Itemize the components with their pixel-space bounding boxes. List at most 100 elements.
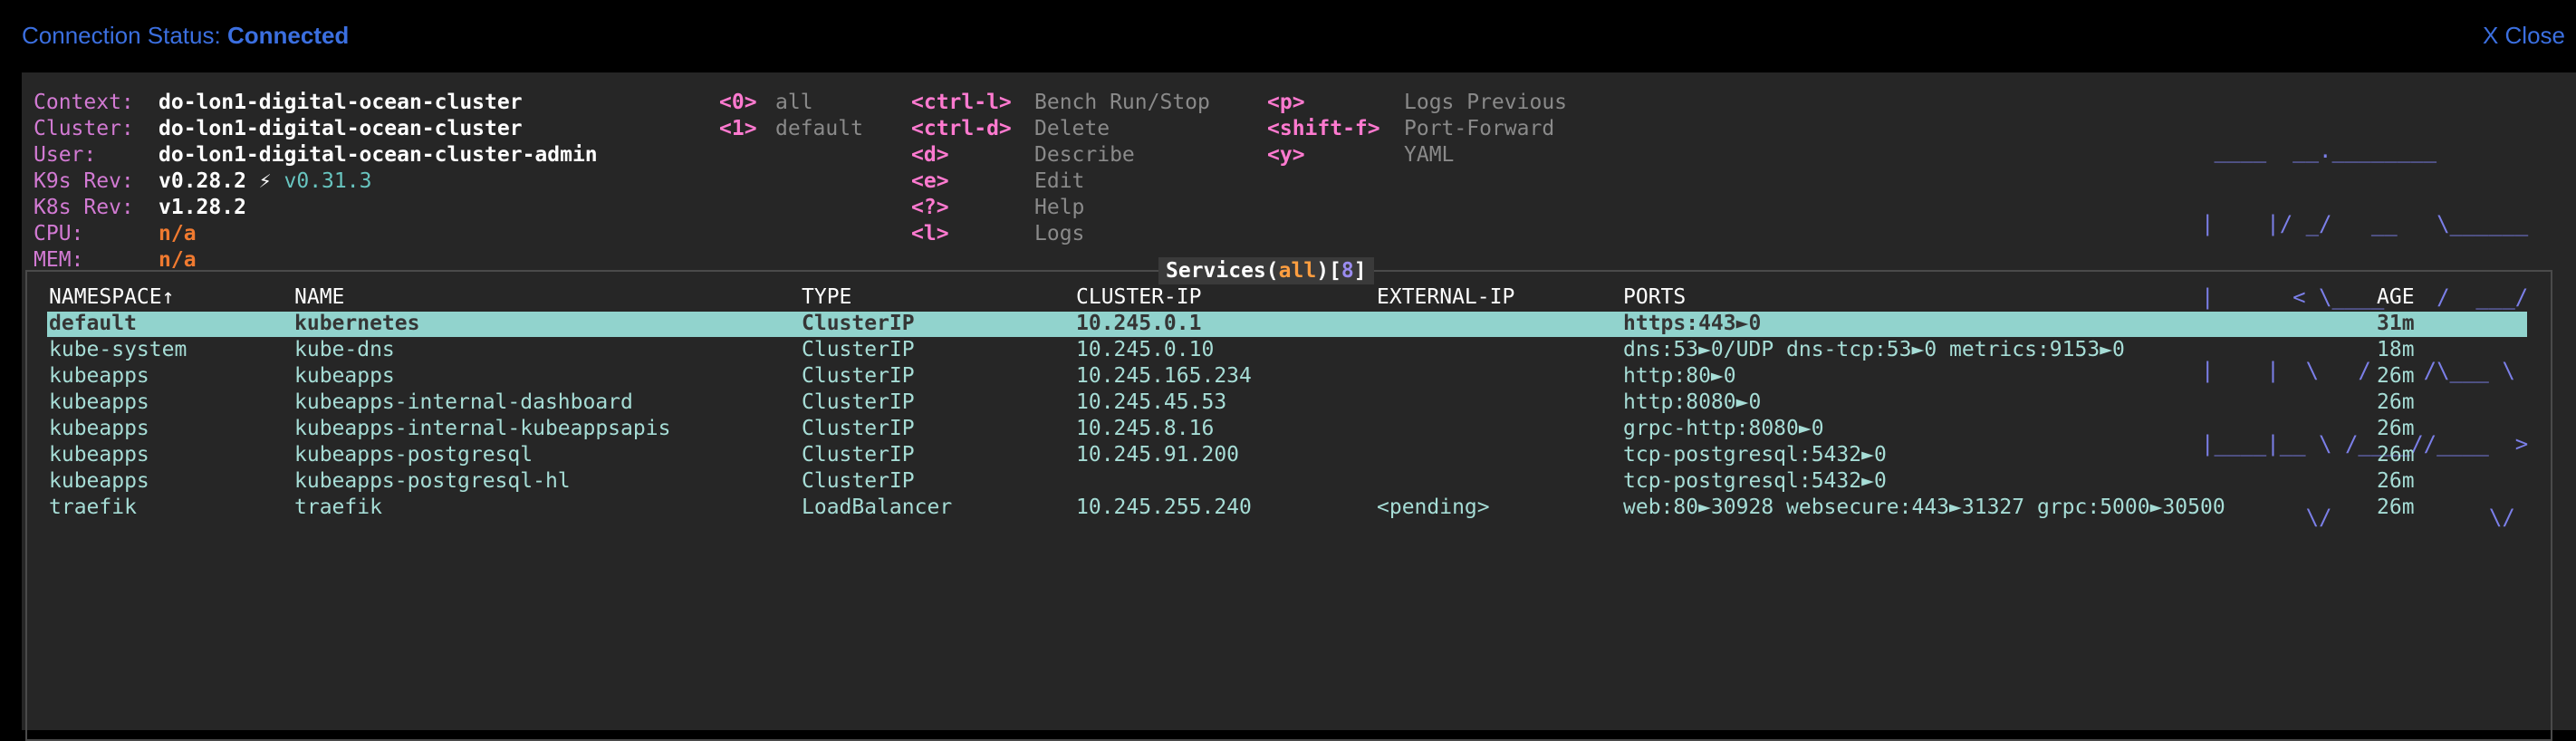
bolt-icon: ⚡ bbox=[258, 169, 272, 193]
hotkey-key[interactable]: <d> bbox=[911, 142, 949, 168]
k9s-rev-label: K9s Rev: bbox=[34, 169, 134, 193]
cpu-label: CPU: bbox=[34, 222, 84, 245]
cell-name: kubeapps-internal-dashboard bbox=[294, 390, 633, 414]
cell-type: ClusterIP bbox=[802, 312, 915, 335]
k8s-rev-value: v1.28.2 bbox=[159, 196, 246, 219]
connection-status-label: Connection Status: bbox=[22, 22, 221, 49]
connection-status-bar: Connection Status: Connected X Close bbox=[0, 0, 2576, 72]
cell-name: kubeapps-postgresql bbox=[294, 443, 533, 467]
cell-cluster-ip: 10.245.0.10 bbox=[1076, 338, 1215, 361]
close-button[interactable]: X Close bbox=[2483, 22, 2565, 50]
cell-ports: http:80►0 bbox=[1623, 364, 1736, 388]
hotkey-desc: Port-Forward bbox=[1404, 117, 1555, 140]
cell-cluster-ip: 10.245.255.240 bbox=[1076, 496, 1252, 519]
hotkey-desc: Bench Run/Stop bbox=[1034, 91, 1210, 114]
cell-ports: http:8080►0 bbox=[1623, 390, 1762, 414]
cluster-label: Cluster: bbox=[34, 117, 134, 140]
cell-namespace: traefik bbox=[49, 496, 137, 519]
cell-name: traefik bbox=[294, 496, 382, 519]
cell-age: 26m bbox=[2377, 443, 2415, 467]
cell-namespace: kubeapps bbox=[49, 443, 149, 467]
info-context: Context: bbox=[34, 90, 134, 116]
cell-name: kube-dns bbox=[294, 338, 395, 361]
cell-cluster-ip: 10.245.8.16 bbox=[1076, 417, 1215, 440]
cell-external-ip: <pending> bbox=[1377, 496, 1490, 519]
k9s-latest-value: v0.31.3 bbox=[284, 169, 372, 193]
cell-ports: tcp-postgresql:5432►0 bbox=[1623, 443, 1887, 467]
hotkey-desc: Edit bbox=[1034, 169, 1085, 193]
cell-type: ClusterIP bbox=[802, 417, 915, 440]
cell-ports: https:443►0 bbox=[1623, 312, 1762, 335]
table-title-resource: Services bbox=[1166, 259, 1266, 283]
cell-cluster-ip: 10.245.0.1 bbox=[1076, 312, 1202, 335]
cell-ports: web:80►30928 websecure:443►31327 grpc:50… bbox=[1623, 496, 2225, 519]
connection-status: Connection Status: Connected bbox=[22, 22, 349, 50]
cell-age: 26m bbox=[2377, 496, 2415, 519]
hotkey-desc: Describe bbox=[1034, 143, 1135, 167]
hotkey-key[interactable]: <shift-f> bbox=[1267, 116, 1380, 142]
context-value: do-lon1-digital-ocean-cluster bbox=[159, 91, 523, 114]
column-header[interactable]: NAME bbox=[294, 284, 344, 311]
cell-ports: grpc-http:8080►0 bbox=[1623, 417, 1824, 440]
cell-namespace: default bbox=[49, 312, 137, 335]
hotkey-key[interactable]: <e> bbox=[911, 168, 949, 195]
hotkey-key[interactable]: <ctrl-l> bbox=[911, 90, 1012, 116]
hotkey-key[interactable]: <l> bbox=[911, 221, 949, 247]
table-title-count: 8 bbox=[1341, 259, 1354, 283]
k9s-rev: v0.28.2 ⚡ v0.31.3 bbox=[159, 168, 371, 195]
ns-hotkey-key[interactable]: <1> bbox=[719, 116, 757, 142]
cell-type: LoadBalancer bbox=[802, 496, 953, 519]
user-label: User: bbox=[34, 143, 97, 167]
k9s-terminal[interactable]: Context: do-lon1-digital-ocean-cluster C… bbox=[22, 72, 2576, 741]
cell-type: ClusterIP bbox=[802, 338, 915, 361]
cell-ports: tcp-postgresql:5432►0 bbox=[1623, 469, 1887, 493]
cell-cluster-ip: 10.245.45.53 bbox=[1076, 390, 1227, 414]
hotkey-desc: Logs Previous bbox=[1404, 91, 1568, 114]
column-header[interactable]: TYPE bbox=[802, 284, 851, 311]
column-header[interactable]: NAMESPACE↑ bbox=[49, 284, 174, 311]
hotkey-desc: Logs bbox=[1034, 222, 1085, 245]
hotkey-key[interactable]: <p> bbox=[1267, 90, 1305, 116]
k8s-rev-label: K8s Rev: bbox=[34, 196, 134, 219]
cluster-value: do-lon1-digital-ocean-cluster bbox=[159, 117, 523, 140]
k9s-rev-value: v0.28.2 bbox=[159, 169, 246, 193]
cell-cluster-ip: 10.245.165.234 bbox=[1076, 364, 1252, 388]
column-header[interactable]: CLUSTER-IP bbox=[1076, 284, 1201, 311]
cell-name: kubernetes bbox=[294, 312, 420, 335]
cell-name: kubeapps-postgresql-hl bbox=[294, 469, 571, 493]
cell-namespace: kubeapps bbox=[49, 469, 149, 493]
cell-type: ClusterIP bbox=[802, 469, 915, 493]
ns-hotkey-key[interactable]: <0> bbox=[719, 90, 757, 116]
hotkey-key[interactable]: <ctrl-d> bbox=[911, 116, 1012, 142]
cell-cluster-ip: 10.245.91.200 bbox=[1076, 443, 1240, 467]
table-title: Services(all)[8] bbox=[1158, 257, 1374, 284]
cell-name: kubeapps-internal-kubeappsapis bbox=[294, 417, 671, 440]
cpu-value: n/a bbox=[159, 222, 197, 245]
cell-namespace: kubeapps bbox=[49, 390, 149, 414]
hotkey-desc: YAML bbox=[1404, 143, 1455, 167]
logo-line: ____ __.________ bbox=[2201, 138, 2529, 163]
logo-line: | |/ _/ __ \______ bbox=[2201, 211, 2529, 236]
cell-age: 26m bbox=[2377, 469, 2415, 493]
user-value: do-lon1-digital-ocean-cluster-admin bbox=[159, 143, 598, 167]
cell-age: 26m bbox=[2377, 364, 2415, 388]
ns-hotkey-desc: default bbox=[775, 117, 863, 140]
column-header[interactable]: EXTERNAL-IP bbox=[1377, 284, 1514, 311]
cell-age: 31m bbox=[2377, 312, 2415, 335]
cell-namespace: kubeapps bbox=[49, 417, 149, 440]
cell-age: 26m bbox=[2377, 417, 2415, 440]
hotkey-key[interactable]: <y> bbox=[1267, 142, 1305, 168]
cell-age: 18m bbox=[2377, 338, 2415, 361]
cell-type: ClusterIP bbox=[802, 443, 915, 467]
column-header[interactable]: AGE bbox=[2377, 284, 2415, 311]
hotkey-desc: Help bbox=[1034, 196, 1085, 219]
cell-age: 26m bbox=[2377, 390, 2415, 414]
hotkey-desc: Delete bbox=[1034, 117, 1110, 140]
cell-ports: dns:53►0/UDP dns-tcp:53►0 metrics:9153►0 bbox=[1623, 338, 2125, 361]
cell-namespace: kubeapps bbox=[49, 364, 149, 388]
column-header[interactable]: PORTS bbox=[1623, 284, 1686, 311]
context-label: Context: bbox=[34, 91, 134, 114]
cell-namespace: kube-system bbox=[49, 338, 187, 361]
hotkey-key[interactable]: <?> bbox=[911, 195, 949, 221]
table-title-scope: all bbox=[1278, 259, 1317, 283]
